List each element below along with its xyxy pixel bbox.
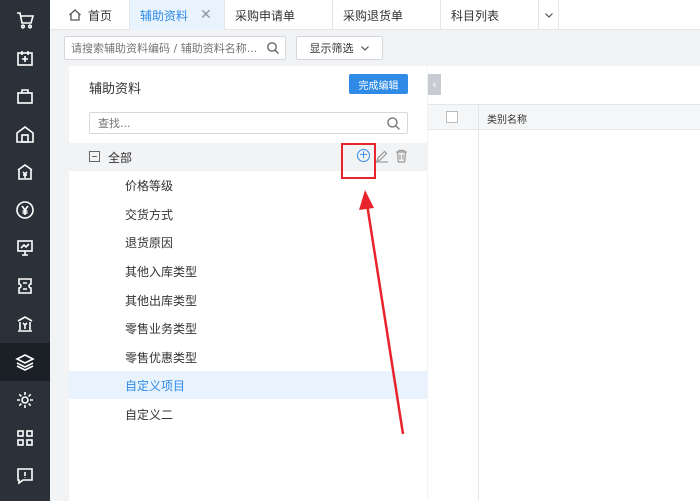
- tree-item[interactable]: 其他入库类型: [69, 257, 427, 285]
- search-icon[interactable]: [386, 116, 401, 131]
- table-header: 类别名称: [428, 104, 700, 130]
- tree-item-label: 自定义二: [125, 408, 174, 422]
- column-header-category-name: 类别名称: [487, 115, 527, 126]
- close-icon[interactable]: ✕: [200, 8, 214, 22]
- show-filter-button[interactable]: 显示筛选: [296, 36, 383, 60]
- finish-edit-button[interactable]: 完成编辑: [349, 74, 408, 94]
- tree-item-label: 其他出库类型: [125, 294, 198, 308]
- warehouse-icon[interactable]: [0, 115, 50, 153]
- auxiliary-tree-panel: 辅助资料 完成编辑 全部 + 价格等级 交货方式 退货原因 其他入库类型 其他出…: [69, 66, 427, 501]
- home-icon: [69, 9, 81, 21]
- bank-icon[interactable]: [0, 305, 50, 343]
- tab-purchase-request[interactable]: 采购申请单: [225, 0, 333, 30]
- highlight-box: [341, 143, 376, 179]
- tree-item[interactable]: 零售优惠类型: [69, 343, 427, 371]
- tree-item-label: 价格等级: [125, 179, 174, 193]
- feedback-message-icon[interactable]: [0, 457, 50, 495]
- tree-item[interactable]: 交货方式: [69, 200, 427, 228]
- tab-account-list[interactable]: 科目列表: [441, 0, 539, 30]
- trash-icon[interactable]: [395, 149, 408, 163]
- tree-item-selected[interactable]: 自定义项目: [69, 371, 427, 399]
- chevron-down-icon: [360, 46, 369, 51]
- ticket-icon[interactable]: [0, 267, 50, 305]
- panel-title: 辅助资料: [89, 82, 142, 97]
- tree-item[interactable]: 零售业务类型: [69, 314, 427, 342]
- tree-root-label: 全部: [108, 151, 133, 165]
- edit-pencil-icon[interactable]: [375, 149, 389, 163]
- apps-grid-icon[interactable]: [0, 419, 50, 457]
- chevron-down-icon: [544, 13, 553, 18]
- tab-bar: 首页 辅助资料 ✕ 采购申请单 采购退货单 科目列表: [50, 0, 700, 30]
- tree-item-label: 零售优惠类型: [125, 351, 198, 365]
- tab-purchase-request-label: 采购申请单: [235, 8, 296, 23]
- tab-home[interactable]: 首页: [50, 0, 130, 30]
- tree-item-label: 交货方式: [125, 208, 174, 222]
- cart-icon[interactable]: [0, 1, 50, 39]
- collapse-panel-icon[interactable]: ‹: [428, 74, 441, 95]
- tab-purchase-return[interactable]: 采购退货单: [333, 0, 441, 30]
- purchase-in-icon[interactable]: [0, 39, 50, 77]
- tree-item-label: 退货原因: [125, 236, 174, 250]
- tab-more-dropdown[interactable]: [539, 0, 559, 30]
- find-input[interactable]: [90, 113, 380, 133]
- column-divider: [478, 104, 479, 501]
- tree-item[interactable]: 其他出库类型: [69, 286, 427, 314]
- tree-item[interactable]: 自定义二: [69, 400, 427, 428]
- settings-gear-icon[interactable]: [0, 381, 50, 419]
- tree-item-label: 零售业务类型: [125, 322, 198, 336]
- tree-item[interactable]: 退货原因: [69, 228, 427, 256]
- presentation-icon[interactable]: [0, 229, 50, 267]
- find-box: [89, 112, 408, 134]
- bag-icon[interactable]: [0, 77, 50, 115]
- tree-item-label: 其他入库类型: [125, 265, 198, 279]
- tree-item-label: 自定义项目: [125, 379, 186, 393]
- finance-house-icon[interactable]: [0, 153, 50, 191]
- tab-auxiliary-data[interactable]: 辅助资料 ✕: [130, 0, 225, 30]
- tab-purchase-return-label: 采购退货单: [343, 8, 404, 23]
- select-all-checkbox[interactable]: [446, 111, 458, 123]
- collapse-toggle-icon[interactable]: [89, 151, 100, 162]
- tab-account-list-label: 科目列表: [451, 8, 500, 23]
- filter-bar: 显示筛选: [50, 30, 700, 66]
- show-filter-label: 显示筛选: [309, 42, 354, 55]
- layers-icon[interactable]: [0, 343, 50, 381]
- tab-home-label: 首页: [88, 8, 113, 23]
- search-icon[interactable]: [266, 41, 280, 55]
- category-table-panel: 类别名称: [428, 66, 700, 501]
- yuan-icon[interactable]: [0, 191, 50, 229]
- left-sidebar: [0, 0, 50, 501]
- search-box: [64, 36, 286, 60]
- tab-auxiliary-label: 辅助资料: [140, 8, 189, 23]
- search-input[interactable]: [65, 37, 261, 59]
